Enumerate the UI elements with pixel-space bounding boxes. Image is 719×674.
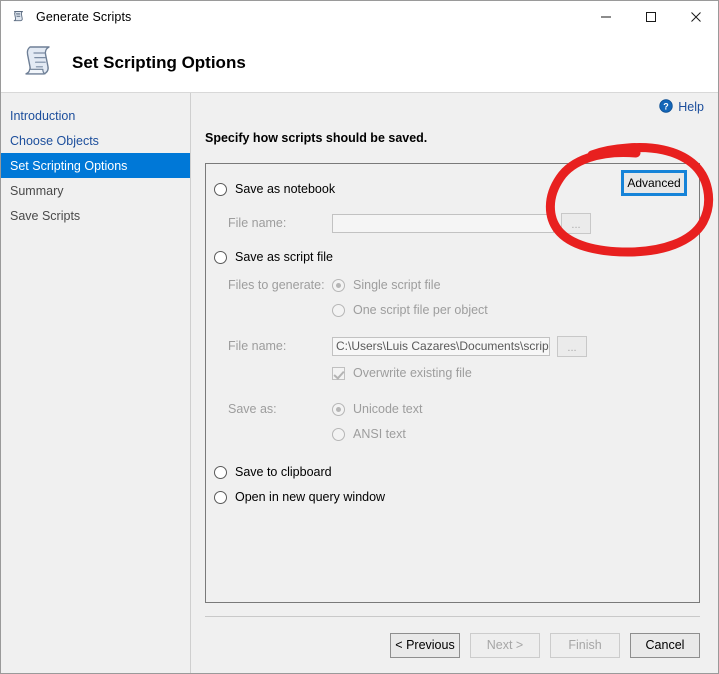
wizard-footer: < Previous Next > Finish Cancel	[191, 617, 718, 673]
next-button: Next >	[470, 632, 540, 658]
finish-button: Finish	[550, 632, 620, 658]
svg-text:?: ?	[664, 101, 670, 111]
advanced-button[interactable]: Advanced	[621, 170, 687, 196]
notebook-file-name-label: File name:	[228, 216, 287, 230]
radio-indicator	[214, 490, 227, 504]
script-file-name-label: File name:	[228, 339, 287, 353]
overwrite-checkbox	[332, 366, 345, 380]
script-file-name-input[interactable]: C:\Users\Luis Cazares\Documents\script.s…	[332, 336, 550, 356]
next-button-label: Next >	[486, 638, 524, 652]
page-title: Set Scripting Options	[72, 52, 246, 72]
cancel-button-label: Cancel	[645, 638, 685, 652]
help-circle-icon: ?	[659, 98, 673, 116]
sidebar-item-choose-objects[interactable]: Choose Objects	[1, 128, 190, 153]
cancel-button[interactable]: Cancel	[630, 632, 700, 658]
sidebar-item-label: Introduction	[10, 108, 76, 123]
advanced-button-label: Advanced	[627, 176, 681, 190]
radio-open-in-new-query-window[interactable]: Open in new query window	[206, 486, 699, 508]
scroll-icon	[13, 38, 67, 88]
scroll-icon	[10, 8, 28, 26]
radio-label: Save as script file	[235, 250, 333, 264]
radio-indicator	[214, 250, 227, 264]
sidebar-item-save-scripts[interactable]: Save Scripts	[1, 203, 190, 228]
overwrite-label: Overwrite existing file	[353, 366, 472, 380]
radio-unicode-text-label: Unicode text	[353, 402, 423, 416]
previous-button-label: < Previous	[395, 638, 455, 652]
notebook-browse-button[interactable]: ...	[561, 212, 591, 234]
sidebar-item-set-scripting-options[interactable]: Set Scripting Options	[1, 153, 190, 178]
radio-ansi-text-label: ANSI text	[353, 427, 406, 441]
radio-label: Save as notebook	[235, 182, 336, 196]
page-header: Set Scripting Options	[1, 33, 718, 93]
help-link[interactable]: ? Help	[659, 98, 704, 116]
radio-single-script-file-label: Single script file	[353, 278, 441, 292]
ansi-text-row: ANSI text	[206, 423, 699, 445]
radio-indicator	[332, 402, 345, 416]
files-to-generate-row: Files to generate: Single script file	[206, 274, 699, 296]
maximize-icon[interactable]	[628, 1, 673, 32]
files-to-generate-label: Files to generate:	[228, 278, 325, 292]
help-row: ? Help	[191, 93, 718, 121]
generate-scripts-window: Generate Scripts Set Scripting Options I…	[0, 0, 719, 674]
radio-one-file-per-object-label: One script file per object	[353, 303, 488, 317]
wizard-steps-sidebar: Introduction Choose Objects Set Scriptin…	[1, 93, 191, 673]
finish-button-label: Finish	[568, 638, 602, 652]
script-browse-button[interactable]: ...	[557, 335, 587, 357]
radio-label: Open in new query window	[235, 490, 386, 504]
radio-indicator	[214, 465, 227, 479]
radio-indicator	[332, 303, 345, 317]
save-as-label: Save as:	[228, 402, 277, 416]
overwrite-existing-file-row[interactable]: Overwrite existing file	[206, 362, 699, 384]
notebook-file-name-row: File name: ...	[206, 212, 699, 234]
one-file-per-object-row: One script file per object	[206, 299, 699, 321]
sidebar-item-label: Set Scripting Options	[10, 158, 128, 173]
instruction-text: Specify how scripts should be saved.	[205, 131, 428, 145]
window-body: Introduction Choose Objects Set Scriptin…	[1, 93, 718, 673]
radio-indicator	[332, 427, 345, 441]
sidebar-item-introduction[interactable]: Introduction	[1, 103, 190, 128]
radio-save-to-clipboard[interactable]: Save to clipboard	[206, 461, 699, 483]
window-title: Generate Scripts	[36, 10, 132, 24]
radio-indicator	[332, 278, 345, 292]
previous-button[interactable]: < Previous	[390, 632, 460, 658]
minimize-icon[interactable]	[583, 1, 628, 32]
content-panel: ? Help Specify how scripts should be sav…	[191, 93, 718, 673]
sidebar-item-label: Choose Objects	[10, 133, 99, 148]
sidebar-item-label: Save Scripts	[10, 208, 81, 223]
save-as-encoding-row: Save as: Unicode text	[206, 398, 699, 420]
notebook-file-name-input[interactable]	[332, 213, 554, 233]
help-label: Help	[678, 100, 704, 114]
script-file-name-row: File name: C:\Users\Luis Cazares\Documen…	[206, 335, 699, 357]
radio-save-as-script-file[interactable]: Save as script file	[206, 246, 699, 268]
sidebar-item-summary[interactable]: Summary	[1, 178, 190, 203]
radio-label: Save to clipboard	[235, 465, 332, 479]
sidebar-item-label: Summary	[10, 183, 64, 198]
radio-indicator	[214, 182, 227, 196]
window-controls	[583, 1, 718, 33]
save-options-group: Advanced Save as notebook File name: ...…	[205, 163, 700, 603]
close-icon[interactable]	[673, 1, 718, 32]
title-bar: Generate Scripts	[1, 1, 718, 33]
